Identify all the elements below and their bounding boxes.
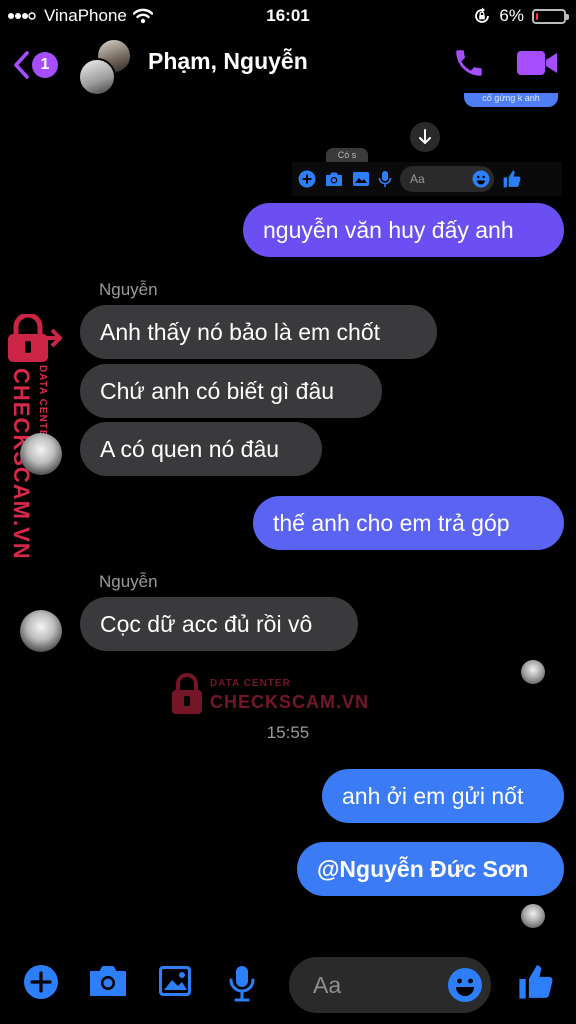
battery-percent: 6% (499, 6, 524, 25)
message-bubble-incoming[interactable]: Anh thấy nó bảo là em chốt (80, 305, 437, 359)
arrow-down-icon (419, 129, 431, 144)
message-composer: Aa (0, 950, 576, 1024)
message-bubble-incoming[interactable]: Cọc dữ acc đủ rồi vô (80, 597, 358, 651)
mini-microphone-icon[interactable] (378, 170, 392, 188)
mini-like-icon[interactable] (502, 169, 522, 189)
phone-icon[interactable] (452, 46, 486, 80)
group-avatar[interactable] (78, 38, 138, 98)
microphone-icon[interactable] (228, 964, 256, 1002)
mini-composer-bar: Aa (292, 162, 562, 196)
message-bubble-outgoing[interactable]: anh ởi em gửi nốt (322, 769, 564, 823)
emoji-icon[interactable] (447, 967, 483, 1003)
sender-name: Nguyễn (99, 280, 158, 299)
status-right: 6% (473, 6, 569, 26)
padlock-logo (8, 314, 62, 362)
message-bubble-outgoing[interactable]: thế anh cho em trả góp (253, 496, 564, 550)
image-icon[interactable] (157, 964, 193, 998)
sender-avatar[interactable] (20, 610, 62, 652)
like-icon[interactable] (517, 962, 555, 1002)
camera-icon[interactable] (88, 964, 128, 998)
mini-message-input[interactable]: Aa (400, 166, 494, 192)
partial-incoming-bubble: Có s (326, 148, 368, 162)
message-input-placeholder: Aa (313, 972, 342, 998)
message-bubble-outgoing[interactable]: nguyễn văn huy đấy anh (243, 203, 564, 257)
member-avatar-nguyen (78, 58, 116, 96)
conversation-title[interactable]: Phạm, Nguyễn (148, 48, 308, 75)
back-button[interactable]: 1 (12, 50, 58, 80)
video-call-icon[interactable] (516, 48, 558, 78)
padlock-logo-small (172, 673, 202, 714)
header-actions (452, 46, 558, 80)
conversation-header: 1 Phạm, Nguyễn (0, 32, 576, 102)
sender-avatar[interactable] (20, 433, 62, 475)
message-bubble-incoming[interactable]: A có quen nó đâu (80, 422, 322, 476)
mini-input-placeholder: Aa (410, 172, 425, 186)
message-bubble-incoming[interactable]: Chứ anh có biết gì đâu (80, 364, 382, 418)
mini-plus-icon[interactable] (298, 170, 316, 188)
message-input[interactable]: Aa (289, 957, 491, 1013)
read-receipt-avatar (521, 904, 545, 928)
mini-camera-icon[interactable] (324, 171, 344, 187)
status-bar: VinaPhone 16:01 6% (0, 0, 576, 32)
scroll-down-button[interactable] (410, 122, 440, 152)
rotation-lock-icon (475, 7, 490, 23)
unread-badge: 1 (32, 52, 58, 78)
message-timestamp: 15:55 (266, 723, 310, 742)
watermark-horizontal: DATA CENTER CHECKSCAM.VN (170, 672, 370, 718)
watermark-horizontal-text: CHECKSCAM.VN (210, 692, 370, 712)
read-receipt-avatar (521, 660, 545, 684)
plus-icon[interactable] (23, 964, 59, 1000)
message-bubble-mention[interactable]: @Nguyễn Đức Sơn (297, 842, 564, 896)
mini-image-icon[interactable] (352, 171, 370, 187)
battery-icon (532, 8, 569, 24)
chevron-left-icon (14, 51, 29, 79)
partial-outgoing-bubble: cố gứng k anh (464, 93, 558, 107)
sender-name: Nguyễn (99, 572, 158, 591)
battery-level (536, 12, 538, 20)
watermark-horizontal-subtext: DATA CENTER (210, 678, 291, 689)
mini-emoji-icon[interactable] (472, 170, 490, 188)
